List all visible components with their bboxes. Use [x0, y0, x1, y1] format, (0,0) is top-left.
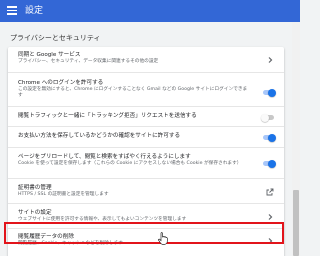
row-title: サイトの設定	[18, 210, 52, 216]
row-title: 同期と Google サービス	[18, 52, 81, 58]
row-title: 証明書の管理	[18, 185, 52, 191]
row-title: お支払い方法を保存しているかどうかの確認をサイトに許可する	[18, 133, 181, 139]
settings-row-preload: ページをプリロードして、閲覧と検索をすばやく行えるようにします Cookie を…	[8, 147, 284, 178]
hand-cursor-icon	[158, 232, 168, 245]
row-description: この設定を無効にすると、Chrome にログインすることなく Gmail などの…	[18, 87, 248, 98]
row-title: ページをプリロードして、閲覧と検索をすばやく行えるようにします	[18, 154, 191, 160]
payment-methods-toggle[interactable]	[263, 133, 276, 142]
row-description: HTTPS / SSL の証明書と設定を管理します	[18, 192, 109, 197]
hamburger-menu-icon[interactable]	[7, 6, 17, 15]
preload-toggle[interactable]	[263, 159, 276, 168]
app-header: 設定	[0, 0, 300, 22]
settings-row-certificates[interactable]: 証明書の管理 HTTPS / SSL の証明書と設定を管理します	[8, 178, 284, 203]
scrollbar[interactable]	[292, 22, 300, 256]
row-description: プライバシー、セキュリティ、データ収集に関連するその他の設定	[18, 59, 159, 64]
row-title: 閲覧トラフィックと一緒に「トラッキング拒否」リクエストを送信する	[18, 113, 197, 119]
row-description: Cookie を使って設定を保存します（これらの Cookie にアクセスしない…	[18, 161, 242, 166]
settings-row-payment-methods: お支払い方法を保存しているかどうかの確認をサイトに許可する	[8, 126, 284, 147]
settings-row-do-not-track: 閲覧トラフィックと一緒に「トラッキング拒否」リクエストを送信する	[8, 106, 284, 126]
do-not-track-toggle[interactable]	[261, 113, 274, 122]
chevron-right-icon	[268, 214, 273, 220]
app-title: 設定	[25, 6, 44, 16]
settings-row-sync[interactable]: 同期と Google サービス プライバシー、セキュリティ、データ収集に関連する…	[8, 47, 284, 72]
settings-main: プライバシーとセキュリティ 同期と Google サービス プライバシー、セキュ…	[0, 22, 292, 256]
highlight-box	[4, 222, 284, 244]
scrollbar-thumb[interactable]	[293, 190, 299, 256]
allow-signin-toggle[interactable]	[263, 88, 276, 97]
open-external-icon	[266, 188, 274, 196]
section-title: プライバシーとセキュリティ	[10, 34, 101, 42]
chevron-right-icon	[268, 57, 273, 63]
settings-row-allow-signin: Chrome へのログインを許可する この設定を無効にすると、Chrome にロ…	[8, 72, 284, 106]
row-title: Chrome へのログインを許可する	[18, 80, 104, 86]
